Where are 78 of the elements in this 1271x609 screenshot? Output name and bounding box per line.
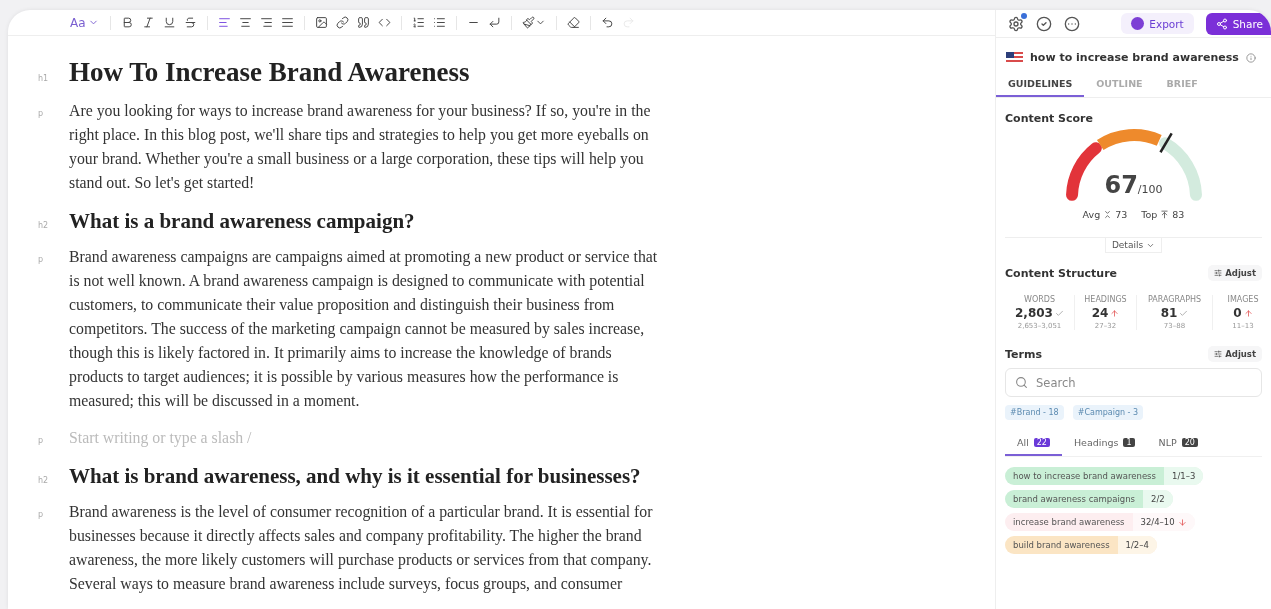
details-button[interactable]: Details	[1104, 238, 1163, 253]
stat-label: HEADINGS	[1084, 295, 1127, 304]
paragraph: Are you looking for ways to increase brand awareness for your business? If so, you're in the right place. In this blog post, we'll share tips and strategies to help you get more eyeballs on your brand. Whether you're a small business or a large corporation, these tips will help you stand out. So let's get started!	[69, 101, 651, 194]
top-label: Top	[1141, 209, 1158, 220]
gauge-mid-segment	[1096, 129, 1161, 151]
gauge-needle	[1158, 132, 1173, 153]
settings-icon[interactable]	[1008, 15, 1024, 32]
justify-icon	[280, 16, 294, 29]
align-left-icon	[217, 16, 231, 29]
block-tag: p	[38, 109, 69, 118]
sliders-icon	[1214, 350, 1223, 358]
adjust-button[interactable]: Adjust	[1208, 346, 1262, 362]
check-circle-icon[interactable]	[1036, 15, 1052, 32]
quote-icon	[356, 16, 370, 29]
block-tag: p	[38, 255, 69, 264]
flag-icon	[1006, 51, 1023, 64]
align-right-icon	[259, 16, 273, 29]
tag-chip[interactable]: #Campaign - 3	[1072, 405, 1144, 420]
section-title: Content Score	[1005, 112, 1093, 125]
tag-chip[interactable]: #Brand - 18	[1005, 405, 1064, 420]
term-pill: brand awareness campaigns 2/2	[1005, 490, 1173, 508]
share-icon	[1215, 17, 1228, 30]
average-score: 73	[1115, 209, 1128, 220]
block-tag: h2	[38, 476, 69, 485]
export-button[interactable]: Export	[1121, 13, 1194, 34]
panel-tab[interactable]: GUIDELINES	[996, 72, 1085, 97]
font-menu[interactable]: Aa	[66, 13, 103, 32]
code-icon	[377, 16, 391, 29]
strikethrough-icon	[183, 16, 197, 29]
paragraph: Brand awareness campaigns are campaigns aimed at promoting a new product or service that is not well known. A brand awareness campaign is designed to communicate with potential customers, to communicate their value proposition and distinguish their business from competitors. The success of the marketing campaign cannot be measured by sales increase, though this is likely factored in. It primarily aims to increase the knowledge of brands products to target audiences; it is possible by various measures how the performance is measured; this will be discussed in a moment.	[69, 247, 658, 411]
section-title: Content Structure	[1005, 266, 1118, 280]
paragraph: Brand awareness is the level of consumer recognition of a particular brand. It is essential for businesses because it directly affects sales and company profitability. The higher the brand awareness, the more likely customers will purchase products or services from that company. Several ways to measure brand awareness include surveys, focus groups, and consumer	[69, 502, 653, 595]
section-heading: What is a brand awareness campaign?	[69, 208, 415, 234]
align-center-icon	[238, 16, 252, 29]
adjust-button[interactable]: Adjust	[1208, 265, 1262, 281]
stat-value: 81	[1160, 306, 1178, 320]
underline-icon	[162, 16, 176, 29]
term-pill: build brand awareness 1/2–4	[1005, 536, 1157, 554]
link-icon	[335, 16, 349, 29]
section-heading: What is brand awareness, and why is it essential for businesses?	[69, 463, 641, 489]
stat-label: PARAGRAPHS	[1147, 295, 1202, 304]
section-title: Terms	[1005, 347, 1042, 361]
sliders-icon	[1214, 269, 1223, 277]
top-icon	[1160, 210, 1170, 219]
numbered-list-icon	[411, 16, 425, 29]
paintbrush-icon	[521, 16, 535, 29]
content-score: 67/100	[1103, 171, 1164, 199]
terms-tab[interactable]: NLP 20	[1146, 433, 1210, 456]
term-pill: increase brand awareness 32/4–10	[1005, 513, 1195, 531]
terms-tab[interactable]: Headings 1	[1061, 433, 1147, 456]
more-icon[interactable]	[1064, 15, 1080, 32]
gauge-low-segment	[1065, 142, 1102, 201]
search-field[interactable]: Search	[1005, 368, 1262, 397]
image-icon	[314, 16, 328, 29]
block-tag: h1	[38, 74, 69, 83]
stat-value: 24	[1091, 306, 1109, 320]
terms-tab[interactable]: All 22	[1005, 433, 1062, 456]
target-keyword: how to increase brand awareness	[1030, 51, 1239, 64]
average-icon	[1103, 210, 1113, 219]
search-icon	[1015, 376, 1028, 389]
logo-icon	[1131, 17, 1145, 30]
stat-label: IMAGES	[1227, 295, 1259, 304]
share-button[interactable]: Share	[1205, 12, 1271, 35]
top-score: 83	[1172, 209, 1185, 220]
stat-value: 2,803	[1015, 306, 1053, 320]
italic-icon	[141, 16, 155, 29]
undo-icon	[600, 16, 614, 29]
line-break-icon	[487, 16, 501, 29]
block-tag: p	[38, 510, 69, 519]
average-label: Avg	[1082, 209, 1101, 220]
block-tag: p	[38, 436, 69, 445]
stat-label: WORDS	[1024, 295, 1055, 304]
term-pill: how to increase brand awareness 1/1–3	[1005, 467, 1204, 485]
eraser-icon	[566, 16, 580, 29]
document-title: How To Increase Brand Awareness	[69, 56, 470, 88]
block-tag: h2	[38, 221, 69, 230]
bullet-list-icon	[432, 16, 446, 29]
stat-value: 0	[1233, 306, 1242, 320]
